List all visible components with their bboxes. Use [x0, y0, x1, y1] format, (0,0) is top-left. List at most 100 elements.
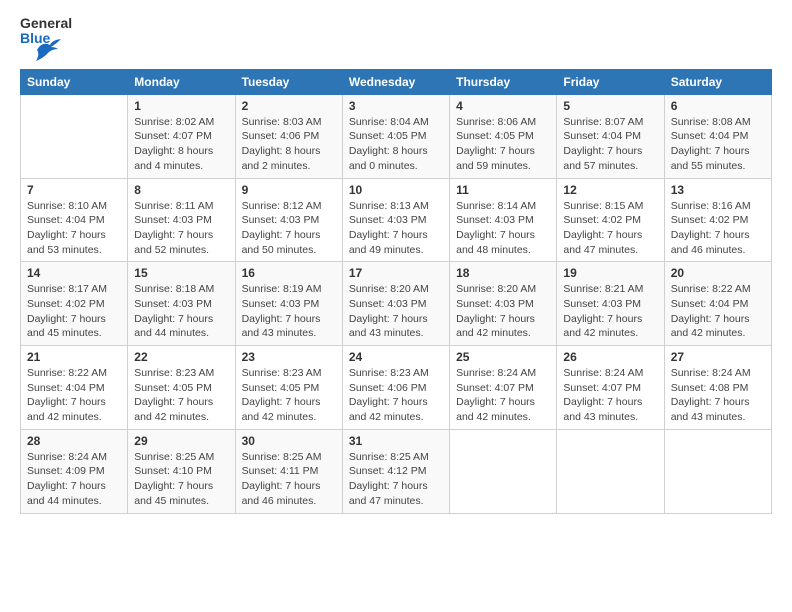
day-number: 13: [671, 183, 765, 197]
day-number: 5: [563, 99, 657, 113]
day-info: Sunrise: 8:24 AMSunset: 4:09 PMDaylight:…: [27, 450, 121, 509]
day-info: Sunrise: 8:21 AMSunset: 4:03 PMDaylight:…: [563, 282, 657, 341]
col-header-friday: Friday: [557, 69, 664, 94]
day-info: Sunrise: 8:24 AMSunset: 4:08 PMDaylight:…: [671, 366, 765, 425]
header-row: SundayMondayTuesdayWednesdayThursdayFrid…: [21, 69, 772, 94]
day-cell: 23 Sunrise: 8:23 AMSunset: 4:05 PMDayligh…: [235, 346, 342, 430]
day-info: Sunrise: 8:03 AMSunset: 4:06 PMDaylight:…: [242, 115, 336, 174]
day-number: 17: [349, 266, 443, 280]
col-header-sunday: Sunday: [21, 69, 128, 94]
day-number: 21: [27, 350, 121, 364]
day-cell: 21 Sunrise: 8:22 AMSunset: 4:04 PMDayligh…: [21, 346, 128, 430]
day-cell: 26 Sunrise: 8:24 AMSunset: 4:07 PMDayligh…: [557, 346, 664, 430]
day-cell: 10 Sunrise: 8:13 AMSunset: 4:03 PMDayligh…: [342, 178, 449, 262]
day-cell: 28 Sunrise: 8:24 AMSunset: 4:09 PMDayligh…: [21, 429, 128, 513]
col-header-thursday: Thursday: [450, 69, 557, 94]
day-cell: 19 Sunrise: 8:21 AMSunset: 4:03 PMDayligh…: [557, 262, 664, 346]
day-info: Sunrise: 8:18 AMSunset: 4:03 PMDaylight:…: [134, 282, 228, 341]
day-number: 28: [27, 434, 121, 448]
day-cell: 11 Sunrise: 8:14 AMSunset: 4:03 PMDayligh…: [450, 178, 557, 262]
day-number: 24: [349, 350, 443, 364]
day-cell: 29Sunrise: 8:25 AMSunset: 4:10 PMDayligh…: [128, 429, 235, 513]
day-cell: 12Sunrise: 8:15 AMSunset: 4:02 PMDayligh…: [557, 178, 664, 262]
day-info: Sunrise: 8:23 AMSunset: 4:05 PMDaylight:…: [242, 366, 336, 425]
day-cell: [21, 94, 128, 178]
calendar-table: SundayMondayTuesdayWednesdayThursdayFrid…: [20, 69, 772, 514]
day-number: 3: [349, 99, 443, 113]
day-number: 20: [671, 266, 765, 280]
day-info: Sunrise: 8:25 AMSunset: 4:10 PMDaylight:…: [134, 450, 228, 509]
week-row-3: 14 Sunrise: 8:17 AMSunset: 4:02 PMDayligh…: [21, 262, 772, 346]
day-info: Sunrise: 8:20 AMSunset: 4:03 PMDaylight:…: [349, 282, 443, 341]
header: General Blue: [20, 16, 772, 61]
day-info: Sunrise: 8:22 AMSunset: 4:04 PMDaylight:…: [671, 282, 765, 341]
day-cell: 15 Sunrise: 8:18 AMSunset: 4:03 PMDayligh…: [128, 262, 235, 346]
day-cell: 13 Sunrise: 8:16 AMSunset: 4:02 PMDayligh…: [664, 178, 771, 262]
day-info: Sunrise: 8:15 AMSunset: 4:02 PMDaylight:…: [563, 199, 657, 258]
day-info: Sunrise: 8:23 AMSunset: 4:06 PMDaylight:…: [349, 366, 443, 425]
col-header-monday: Monday: [128, 69, 235, 94]
day-cell: 3Sunrise: 8:04 AMSunset: 4:05 PMDaylight…: [342, 94, 449, 178]
bird-icon2: [35, 39, 61, 61]
day-info: Sunrise: 8:25 AMSunset: 4:11 PMDaylight:…: [242, 450, 336, 509]
day-info: Sunrise: 8:07 AMSunset: 4:04 PMDaylight:…: [563, 115, 657, 174]
day-number: 15: [134, 266, 228, 280]
day-cell: 6Sunrise: 8:08 AMSunset: 4:04 PMDaylight…: [664, 94, 771, 178]
day-cell: [450, 429, 557, 513]
week-row-5: 28 Sunrise: 8:24 AMSunset: 4:09 PMDayligh…: [21, 429, 772, 513]
day-cell: [664, 429, 771, 513]
day-cell: 5 Sunrise: 8:07 AMSunset: 4:04 PMDaylight…: [557, 94, 664, 178]
day-number: 25: [456, 350, 550, 364]
day-info: Sunrise: 8:14 AMSunset: 4:03 PMDaylight:…: [456, 199, 550, 258]
week-row-2: 7Sunrise: 8:10 AMSunset: 4:04 PMDaylight…: [21, 178, 772, 262]
day-cell: 17 Sunrise: 8:20 AMSunset: 4:03 PMDayligh…: [342, 262, 449, 346]
day-cell: 7Sunrise: 8:10 AMSunset: 4:04 PMDaylight…: [21, 178, 128, 262]
day-cell: 25 Sunrise: 8:24 AMSunset: 4:07 PMDayligh…: [450, 346, 557, 430]
day-info: Sunrise: 8:17 AMSunset: 4:02 PMDaylight:…: [27, 282, 121, 341]
day-cell: [557, 429, 664, 513]
day-number: 6: [671, 99, 765, 113]
day-number: 14: [27, 266, 121, 280]
day-info: Sunrise: 8:20 AMSunset: 4:03 PMDaylight:…: [456, 282, 550, 341]
day-cell: 1 Sunrise: 8:02 AMSunset: 4:07 PMDaylight…: [128, 94, 235, 178]
week-row-1: 1 Sunrise: 8:02 AMSunset: 4:07 PMDaylight…: [21, 94, 772, 178]
day-cell: 18Sunrise: 8:20 AMSunset: 4:03 PMDayligh…: [450, 262, 557, 346]
day-cell: 8Sunrise: 8:11 AMSunset: 4:03 PMDaylight…: [128, 178, 235, 262]
day-number: 2: [242, 99, 336, 113]
week-row-4: 21 Sunrise: 8:22 AMSunset: 4:04 PMDayligh…: [21, 346, 772, 430]
day-info: Sunrise: 8:25 AMSunset: 4:12 PMDaylight:…: [349, 450, 443, 509]
day-number: 19: [563, 266, 657, 280]
day-number: 16: [242, 266, 336, 280]
day-info: Sunrise: 8:23 AMSunset: 4:05 PMDaylight:…: [134, 366, 228, 425]
day-number: 31: [349, 434, 443, 448]
day-number: 30: [242, 434, 336, 448]
day-cell: 30 Sunrise: 8:25 AMSunset: 4:11 PMDayligh…: [235, 429, 342, 513]
day-number: 10: [349, 183, 443, 197]
day-info: Sunrise: 8:02 AMSunset: 4:07 PMDaylight:…: [134, 115, 228, 174]
logo: General Blue: [20, 16, 72, 61]
day-cell: 14 Sunrise: 8:17 AMSunset: 4:02 PMDayligh…: [21, 262, 128, 346]
day-number: 11: [456, 183, 550, 197]
day-number: 4: [456, 99, 550, 113]
col-header-tuesday: Tuesday: [235, 69, 342, 94]
day-number: 27: [671, 350, 765, 364]
day-info: Sunrise: 8:16 AMSunset: 4:02 PMDaylight:…: [671, 199, 765, 258]
col-header-wednesday: Wednesday: [342, 69, 449, 94]
day-number: 1: [134, 99, 228, 113]
day-number: 9: [242, 183, 336, 197]
day-cell: 20 Sunrise: 8:22 AMSunset: 4:04 PMDayligh…: [664, 262, 771, 346]
day-cell: 4 Sunrise: 8:06 AMSunset: 4:05 PMDaylight…: [450, 94, 557, 178]
day-cell: 27 Sunrise: 8:24 AMSunset: 4:08 PMDayligh…: [664, 346, 771, 430]
day-cell: 2 Sunrise: 8:03 AMSunset: 4:06 PMDaylight…: [235, 94, 342, 178]
day-number: 23: [242, 350, 336, 364]
day-info: Sunrise: 8:06 AMSunset: 4:05 PMDaylight:…: [456, 115, 550, 174]
day-info: Sunrise: 8:24 AMSunset: 4:07 PMDaylight:…: [456, 366, 550, 425]
day-number: 8: [134, 183, 228, 197]
day-info: Sunrise: 8:13 AMSunset: 4:03 PMDaylight:…: [349, 199, 443, 258]
day-number: 26: [563, 350, 657, 364]
day-info: Sunrise: 8:24 AMSunset: 4:07 PMDaylight:…: [563, 366, 657, 425]
day-info: Sunrise: 8:19 AMSunset: 4:03 PMDaylight:…: [242, 282, 336, 341]
col-header-saturday: Saturday: [664, 69, 771, 94]
day-cell: 22Sunrise: 8:23 AMSunset: 4:05 PMDayligh…: [128, 346, 235, 430]
day-info: Sunrise: 8:22 AMSunset: 4:04 PMDaylight:…: [27, 366, 121, 425]
